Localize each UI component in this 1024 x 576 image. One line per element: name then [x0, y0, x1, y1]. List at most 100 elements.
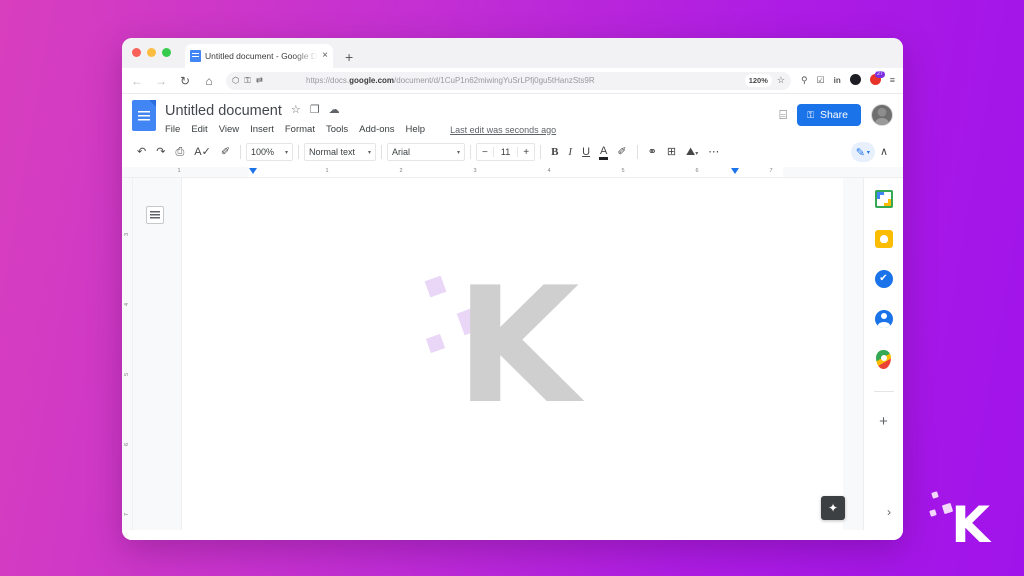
zoom-select[interactable]: 100% ▾	[246, 143, 294, 161]
vruler-number: 7	[124, 512, 130, 516]
forward-button[interactable]: →	[154, 74, 168, 88]
vruler-number: 4	[124, 302, 130, 306]
page-zoom-badge[interactable]: 120%	[744, 74, 772, 87]
toolbar-divider	[540, 145, 542, 159]
maximize-window-button[interactable]	[162, 47, 171, 57]
paragraph-style-select[interactable]: Normal text ▾	[304, 143, 377, 161]
google-docs-logo-icon[interactable]	[132, 100, 156, 131]
chevron-down-icon: ▾	[866, 149, 870, 156]
left-indent-marker[interactable]	[249, 168, 257, 174]
menu-help[interactable]: Help	[406, 124, 426, 135]
reload-button[interactable]: ↻	[178, 74, 192, 88]
address-bar[interactable]: ⬡ ⚿ ⇄ https://docs.google.com/document/d…	[226, 71, 791, 90]
sync-icon[interactable]: ⇄	[256, 76, 263, 85]
redo-button[interactable]: ↷	[151, 146, 170, 158]
explore-icon: ✦	[827, 501, 839, 515]
undo-button[interactable]: ↶	[132, 146, 151, 158]
document-page[interactable]: K	[181, 178, 843, 530]
menu-edit[interactable]: Edit	[191, 124, 207, 135]
save-to-pocket-icon[interactable]: ⚲	[801, 76, 808, 85]
editing-mode-button[interactable]: ✎ ▾	[850, 142, 875, 162]
expand-side-panel-button[interactable]: ›	[887, 506, 891, 518]
browser-tab[interactable]: Untitled document - Google Do ×	[185, 44, 333, 68]
menu-file[interactable]: File	[165, 124, 180, 135]
check-glyph: ✔	[879, 273, 888, 284]
new-tab-button[interactable]: +	[345, 50, 353, 64]
shield-extension-icon[interactable]: ☑	[817, 76, 825, 85]
document-outline-button[interactable]	[146, 206, 164, 224]
menu-add-ons[interactable]: Add-ons	[359, 124, 394, 135]
google-docs-app: Untitled document ☆ ❐ ☁ File Edit View I…	[122, 94, 903, 540]
minimize-window-button[interactable]	[147, 47, 156, 57]
move-to-folder-icon[interactable]: ❐	[310, 105, 320, 116]
document-title[interactable]: Untitled document	[165, 103, 282, 119]
close-tab-icon[interactable]: ×	[322, 51, 328, 61]
red-extension-icon[interactable]: 27	[869, 71, 885, 87]
url-domain: google.com	[349, 76, 395, 85]
font-size-value[interactable]: 11	[492, 147, 519, 157]
dark-circle-extension-icon[interactable]	[849, 74, 861, 87]
chevron-down-icon: ▾	[368, 149, 372, 156]
docs-title-column: Untitled document ☆ ❐ ☁ File Edit View I…	[165, 100, 779, 136]
horizontal-ruler[interactable]: 1 1 2 3 4 5 6 7	[122, 167, 903, 178]
insert-link-button[interactable]: ⚭	[643, 146, 662, 158]
vertical-ruler[interactable]: 3 4 5 6 7	[122, 178, 133, 530]
cloud-saved-icon[interactable]: ☁	[329, 105, 340, 116]
explore-button[interactable]: ✦	[821, 496, 845, 520]
menu-format[interactable]: Format	[285, 124, 315, 135]
add-comment-button[interactable]: ⊞	[662, 146, 681, 158]
underline-button[interactable]: U	[577, 146, 595, 158]
google-keep-icon[interactable]	[874, 230, 893, 248]
sidebar-divider	[873, 391, 894, 392]
bookmark-star-icon[interactable]: ☆	[777, 75, 785, 86]
add-ons-plus-icon[interactable]: +	[879, 414, 888, 429]
home-button[interactable]: ⌂	[202, 74, 216, 88]
text-color-button[interactable]: A	[595, 145, 612, 160]
comment-history-icon[interactable]: ⌸	[779, 107, 787, 123]
menu-view[interactable]: View	[219, 124, 239, 135]
print-button[interactable]: ⎙	[170, 146, 189, 158]
ruler-number: 2	[399, 168, 403, 174]
insert-image-button[interactable]: ⛰▾	[681, 146, 703, 158]
back-button[interactable]: ←	[130, 74, 144, 88]
close-window-button[interactable]	[132, 47, 141, 57]
menu-tools[interactable]: Tools	[326, 124, 348, 135]
browser-menu-icon[interactable]: ≡	[890, 76, 895, 85]
star-icon[interactable]: ☆	[291, 105, 301, 116]
tracking-protection-icon[interactable]: ⬡	[232, 76, 239, 85]
chevron-down-icon: ▾	[457, 149, 461, 156]
collapse-toolbar-button[interactable]: ∧	[875, 146, 893, 158]
google-contacts-icon[interactable]	[874, 310, 893, 328]
share-button[interactable]: ⚿ Share	[797, 104, 861, 126]
paint-format-button[interactable]: ✐	[216, 146, 235, 158]
linkedin-extension-icon[interactable]: in	[834, 76, 841, 85]
font-size-decrease[interactable]: −	[477, 147, 493, 158]
bold-button[interactable]: B	[546, 146, 563, 158]
docs-menu-bar: File Edit View Insert Format Tools Add-o…	[165, 124, 779, 135]
google-tasks-icon[interactable]: ✔	[874, 270, 893, 288]
toolbar-divider	[298, 145, 300, 159]
logo-square	[931, 491, 939, 499]
spellcheck-button[interactable]: A✓	[189, 146, 216, 158]
docs-side-panel: ✔ +	[863, 178, 903, 530]
last-edit-status[interactable]: Last edit was seconds ago	[450, 125, 556, 135]
italic-button[interactable]: I	[563, 146, 577, 158]
url-path: /document/d/1CuP1n62miwingYuSrLPfj0gu5tH…	[394, 76, 595, 85]
ruler-number: 4	[547, 168, 551, 174]
toolbar-divider	[381, 145, 383, 159]
user-avatar[interactable]	[871, 104, 893, 126]
site-lock-icon[interactable]: ⚿	[244, 76, 250, 85]
outline-column	[133, 178, 181, 530]
google-calendar-icon[interactable]	[874, 190, 893, 208]
ruler-number: 6	[695, 168, 699, 174]
vruler-number: 6	[124, 442, 130, 446]
font-family-select[interactable]: Arial ▾	[387, 143, 466, 161]
font-size-increase[interactable]: +	[518, 147, 534, 158]
url-prefix: https://docs.	[306, 76, 350, 85]
google-maps-icon[interactable]	[876, 350, 891, 369]
right-indent-marker[interactable]	[731, 168, 739, 174]
highlight-color-button[interactable]: ✐	[612, 146, 631, 158]
more-options-button[interactable]: ⋯	[703, 146, 724, 158]
font-size-stepper[interactable]: − 11 +	[476, 143, 536, 161]
menu-insert[interactable]: Insert	[250, 124, 274, 135]
